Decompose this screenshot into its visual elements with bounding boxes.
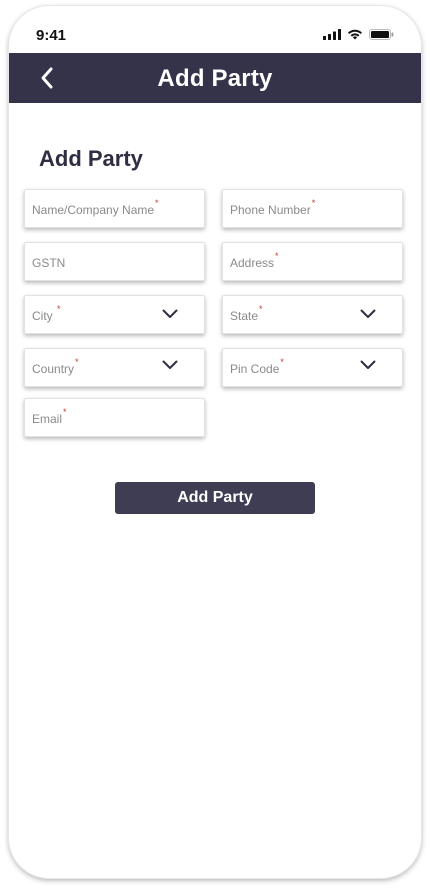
required-marker: * [63, 407, 67, 417]
state-dropdown[interactable]: State* [222, 295, 403, 334]
required-marker: * [75, 357, 79, 367]
cellular-signal-icon [323, 29, 341, 40]
city-dropdown[interactable]: City * [24, 295, 205, 334]
country-dropdown[interactable]: Country* [24, 348, 205, 387]
address-field[interactable]: Address* [222, 242, 403, 281]
add-party-button[interactable]: Add Party [115, 482, 315, 514]
wifi-icon [348, 29, 362, 40]
required-marker: * [280, 357, 284, 367]
status-time: 9:41 [36, 27, 67, 44]
status-icons [323, 29, 394, 40]
status-bar: 9:41 [9, 6, 421, 53]
required-marker: * [155, 198, 159, 208]
battery-icon [369, 29, 394, 40]
required-marker: * [57, 304, 61, 314]
chevron-down-icon [162, 360, 178, 369]
phone-number-field[interactable]: Phone Number* [222, 189, 403, 228]
pin-code-dropdown[interactable]: Pin Code* [222, 348, 403, 387]
gstn-field[interactable]: GSTN [24, 242, 205, 281]
phone-frame: 9:41 Add Party Add Party Name/Company Na… [9, 6, 421, 878]
name-company-field[interactable]: Name/Company Name* [24, 189, 205, 228]
pin-code-label: Pin Code* [230, 357, 284, 376]
app-bar: Add Party [9, 53, 421, 103]
form-heading: Add Party [39, 146, 143, 171]
address-label: Address* [230, 251, 279, 270]
state-label: State* [230, 304, 263, 323]
phone-number-label: Phone Number* [230, 198, 316, 217]
gstn-label: GSTN [32, 256, 66, 270]
required-marker: * [275, 251, 279, 261]
country-label: Country* [32, 357, 79, 376]
chevron-down-icon [162, 309, 178, 318]
chevron-down-icon [360, 360, 376, 369]
required-marker: * [311, 198, 316, 208]
page-title: Add Party [157, 65, 273, 92]
email-field[interactable]: Email* [24, 398, 205, 437]
name-company-label: Name/Company Name* [32, 198, 159, 217]
city-label: City * [32, 304, 61, 323]
required-marker: * [259, 304, 263, 314]
chevron-down-icon [360, 309, 376, 318]
email-label: Email* [32, 407, 67, 426]
